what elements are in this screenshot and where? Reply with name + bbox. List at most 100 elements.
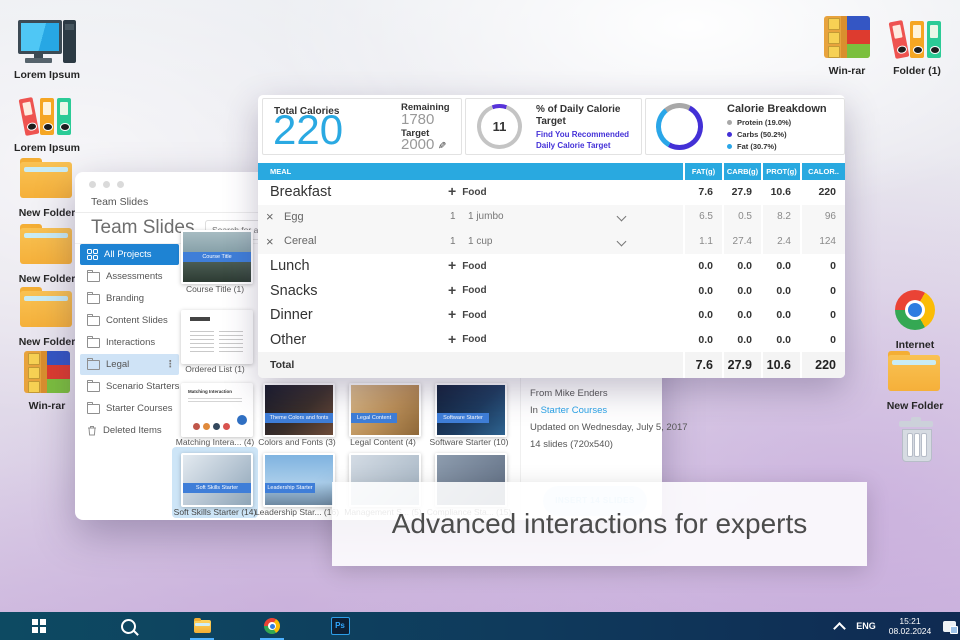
- thumbnail-label[interactable]: Matching Intera... (4): [172, 437, 258, 447]
- add-food-button[interactable]: Food: [448, 180, 486, 205]
- slide-thumbnail-leadership[interactable]: Leadership Starter: [263, 453, 335, 507]
- desktop-icon-recycle-bin[interactable]: [878, 416, 954, 464]
- chrome-icon: [895, 290, 935, 330]
- thumbnail-label[interactable]: Course Title (1): [172, 284, 258, 294]
- language-indicator[interactable]: ENG: [852, 612, 880, 640]
- add-food-button[interactable]: Food: [448, 328, 486, 352]
- date-label: 08.02.2024: [888, 626, 932, 636]
- window-control-dot[interactable]: [103, 181, 110, 188]
- slide-thumbnail-software[interactable]: Software Starter: [435, 383, 507, 437]
- start-button[interactable]: [25, 612, 53, 640]
- slide-thumbnail-legal[interactable]: Legal Content: [349, 383, 421, 437]
- slide-thumbnail-colors-fonts[interactable]: Theme Colors and fonts: [263, 383, 335, 437]
- column-header-meal[interactable]: MEAL: [258, 163, 683, 180]
- thumbnail-label[interactable]: Soft Skills Starter (14): [172, 507, 258, 517]
- slide-thumbnail-course-title[interactable]: Course Title: [181, 230, 253, 284]
- cell-prot: 2.4: [763, 229, 800, 255]
- meal-name: Breakfast: [270, 184, 332, 200]
- thumbnail-label[interactable]: Leadership Star... (16): [254, 507, 340, 517]
- window-control-dot[interactable]: [89, 181, 96, 188]
- cell-carb: 27.4: [724, 229, 761, 255]
- tray-expand-button[interactable]: [830, 612, 848, 640]
- taskbar-photoshop[interactable]: Ps: [326, 612, 354, 640]
- slide-title-band: Legal Content: [351, 413, 397, 423]
- sidebar-item-assessments[interactable]: Assessments: [80, 266, 179, 287]
- chevron-down-icon[interactable]: [616, 211, 627, 222]
- recommended-target-link[interactable]: Find You Recommended: [536, 130, 629, 139]
- desktop-icon-new-folder-2[interactable]: New Folder: [9, 224, 85, 285]
- folder-icon: [87, 357, 100, 370]
- sidebar-item-label: Legal: [106, 359, 130, 370]
- add-food-button[interactable]: Food: [448, 253, 486, 280]
- sidebar-item-deleted-items[interactable]: Deleted Items: [80, 420, 179, 441]
- thumbnail-label[interactable]: Ordered List (1): [172, 364, 258, 374]
- sidebar-item-label: Starter Courses: [106, 403, 173, 414]
- sidebar-item-interactions[interactable]: Interactions: [80, 332, 179, 353]
- thumbnail-label[interactable]: Software Starter (10): [426, 437, 512, 447]
- cell-prot: 0.0: [763, 254, 800, 280]
- desktop-icon-winrar-left[interactable]: Win-rar: [9, 351, 85, 412]
- plus-icon: [448, 253, 456, 280]
- legend-label: Carbs (50.2%): [737, 130, 787, 139]
- food-serving[interactable]: 1 cup: [468, 229, 492, 254]
- gauge-title: % of Daily Calorie Target: [536, 104, 621, 127]
- taskbar-chrome[interactable]: [258, 612, 286, 640]
- total-cal: 220: [802, 352, 845, 378]
- remove-food-icon[interactable]: [266, 205, 274, 229]
- thumbnail-label[interactable]: Legal Content (4): [340, 437, 426, 447]
- desktop-icon-binders[interactable]: Lorem Ipsum: [9, 93, 85, 154]
- column-header-carb[interactable]: CARB(g): [724, 163, 761, 180]
- thumbnail-label[interactable]: Colors and Fonts (3): [254, 437, 340, 447]
- add-food-button[interactable]: Food: [448, 279, 486, 303]
- edit-target-icon[interactable]: [434, 136, 446, 153]
- desktop-icon-computer[interactable]: Lorem Ipsum: [9, 20, 85, 81]
- recommended-target-link[interactable]: Daily Calorie Target: [536, 141, 611, 150]
- desktop-icon-winrar-right[interactable]: Win-rar: [809, 16, 885, 77]
- chevron-down-icon[interactable]: [616, 236, 627, 247]
- meal-name: Dinner: [270, 307, 313, 323]
- slide-title-band: Soft Skills Starter: [183, 483, 251, 493]
- meal-name: Snacks: [270, 283, 318, 299]
- table-row-dinner: Dinner Food 0.0 0.0 0.0 0: [258, 303, 845, 329]
- desktop-icon-new-folder-3[interactable]: New Folder: [9, 287, 85, 348]
- sidebar-item-all-projects[interactable]: All Projects: [80, 244, 179, 265]
- desktop-icon-internet[interactable]: Internet: [877, 290, 953, 351]
- sidebar-item-content-slides[interactable]: Content Slides: [80, 310, 179, 331]
- total-calories-value: 220: [273, 106, 344, 153]
- column-header-calories[interactable]: CALOR..: [802, 163, 845, 180]
- slide-thumbnail-soft-skills[interactable]: Soft Skills Starter: [181, 453, 253, 507]
- notification-area-icon[interactable]: [938, 612, 960, 640]
- table-row-snacks: Snacks Food 0.0 0.0 0.0 0: [258, 279, 845, 304]
- column-header-fat[interactable]: FAT(g): [685, 163, 722, 180]
- details-slide-count: 14 slides (720x540): [530, 439, 613, 450]
- starter-courses-link[interactable]: Starter Courses: [541, 405, 608, 416]
- taskbar-search-button[interactable]: [114, 612, 142, 640]
- sidebar-item-starter-courses[interactable]: Starter Courses: [80, 398, 179, 419]
- remove-food-icon[interactable]: [266, 229, 274, 254]
- food-quantity[interactable]: 1: [450, 229, 456, 254]
- breakdown-title: Calorie Breakdown: [727, 103, 827, 115]
- food-name: Egg: [284, 211, 304, 223]
- sidebar-item-branding[interactable]: Branding: [80, 288, 179, 309]
- table-row-egg: Egg 1 1 jumbo 6.5 0.5 8.2 96: [258, 205, 845, 230]
- folder-icon: [87, 269, 100, 282]
- target-value: 2000: [401, 136, 447, 153]
- table-row-breakfast: Breakfast Food 7.6 27.9 10.6 220: [258, 180, 845, 206]
- column-header-prot[interactable]: PROT(g): [763, 163, 800, 180]
- calorie-breakdown-card: Calorie Breakdown Protein (19.0%) Carbs …: [645, 98, 845, 155]
- desktop-icon-new-folder-right[interactable]: New Folder: [877, 351, 953, 412]
- desktop-icon-label: Folder (1): [893, 65, 941, 77]
- sidebar-item-legal[interactable]: Legal: [80, 354, 179, 375]
- taskbar-file-explorer[interactable]: [188, 612, 216, 640]
- food-quantity[interactable]: 1: [450, 205, 456, 229]
- slide-thumbnail-matching[interactable]: Matching Interaction: [181, 383, 253, 437]
- desktop-icon-new-folder-1[interactable]: New Folder: [9, 158, 85, 219]
- cell-cal: 0: [802, 328, 845, 353]
- food-serving[interactable]: 1 jumbo: [468, 205, 504, 229]
- clock[interactable]: 15:21 08.02.2024: [884, 612, 936, 640]
- add-food-button[interactable]: Food: [448, 303, 486, 328]
- sidebar-item-scenario-starters[interactable]: Scenario Starters: [80, 376, 179, 397]
- slide-thumbnail-ordered-list[interactable]: [181, 310, 253, 364]
- desktop-icon-folder-1[interactable]: Folder (1): [879, 16, 955, 77]
- window-control-dot[interactable]: [117, 181, 124, 188]
